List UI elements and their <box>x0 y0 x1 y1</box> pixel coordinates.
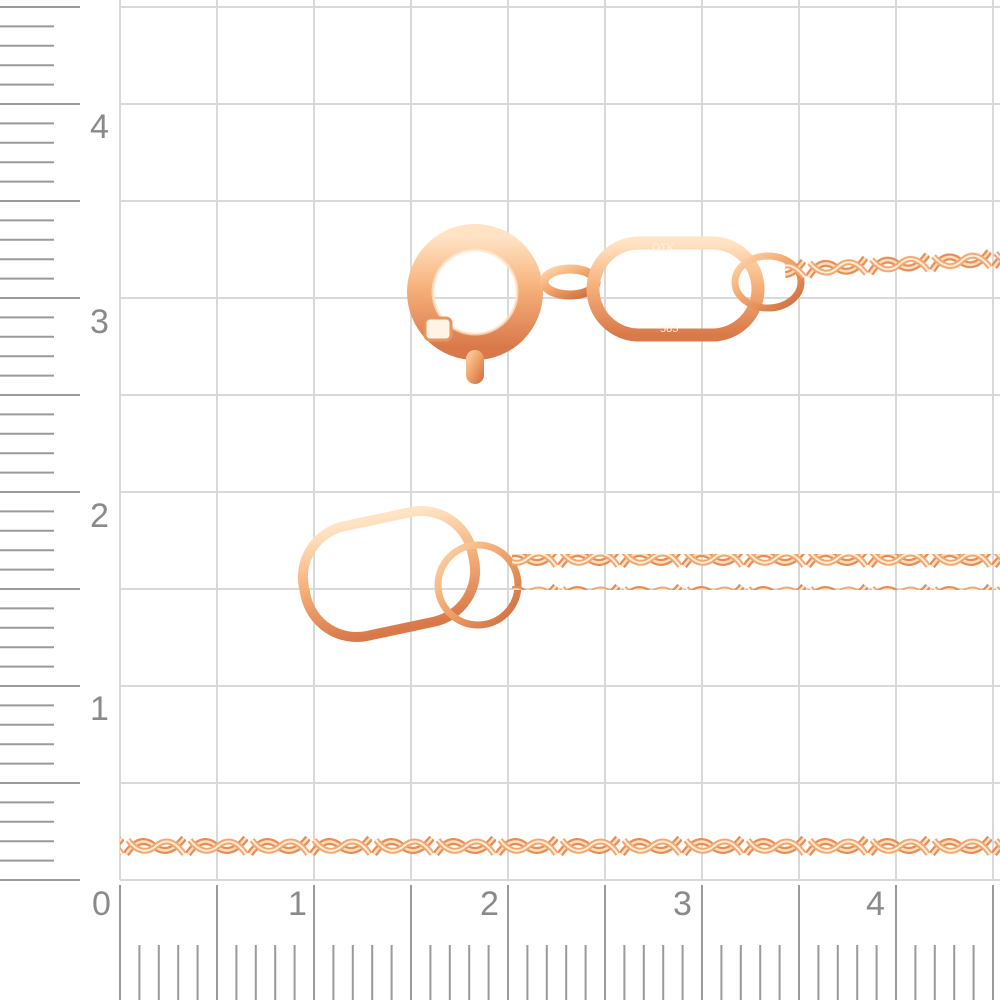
y-label-4: 4 <box>90 108 109 146</box>
svg-text:ΩΣΚ: ΩΣΚ <box>652 242 675 254</box>
x-label-3: 3 <box>673 885 692 923</box>
measurement-grid <box>119 0 1000 881</box>
y-label-1: 1 <box>90 690 109 728</box>
y-label-2: 2 <box>90 497 109 535</box>
y-label-3: 3 <box>90 303 109 341</box>
x-label-0: 0 <box>92 885 111 923</box>
bottom-ruler <box>119 885 994 1000</box>
twisted-chain-middle <box>512 554 1000 590</box>
end-ring <box>297 506 481 642</box>
left-ruler <box>0 6 80 881</box>
product-photo: 4 3 2 1 0 1 2 3 4 ΩΣΚ 585 <box>0 0 1000 1000</box>
x-label-2: 2 <box>480 885 499 923</box>
x-axis-labels: 0 1 2 3 4 <box>92 885 885 923</box>
spring-ring-clasp <box>407 224 543 384</box>
x-label-4: 4 <box>866 885 885 923</box>
twisted-chain-top <box>784 240 1000 288</box>
x-label-1: 1 <box>288 885 307 923</box>
twisted-chain-bottom <box>120 834 1000 870</box>
y-axis-labels: 4 3 2 1 <box>90 108 109 728</box>
svg-text:585: 585 <box>660 323 678 335</box>
